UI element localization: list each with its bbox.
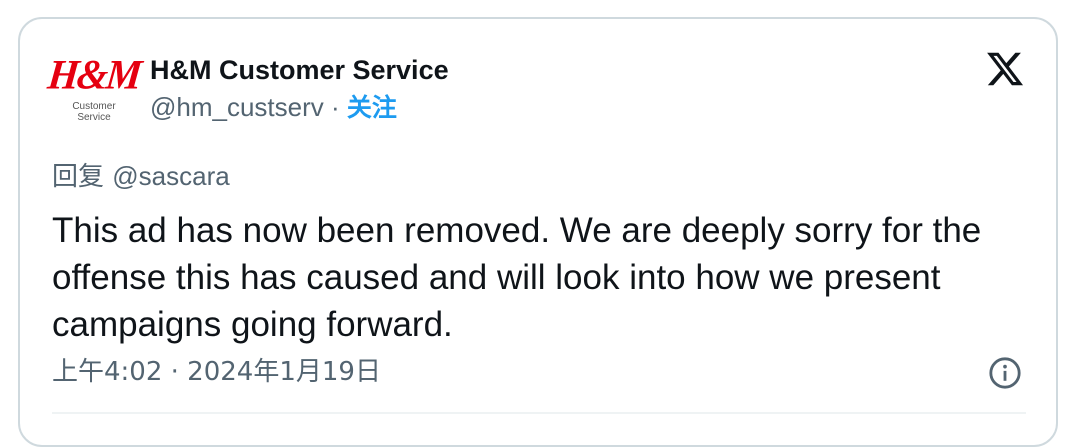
info-icon[interactable]: [988, 356, 1022, 390]
hm-logo-subtitle: Customer Service: [72, 101, 116, 123]
tweet-timestamp[interactable]: 上午4:02 · 2024年1月19日: [52, 355, 381, 389]
reply-prefix: 回复: [52, 162, 113, 192]
reply-context: 回复 @sascara: [52, 159, 230, 194]
author-avatar[interactable]: H&M Customer Service: [46, 45, 142, 133]
tweet-card[interactable]: H&M Customer Service H&M Customer Servic…: [18, 17, 1058, 447]
author-handle-row: @hm_custserv · 关注: [150, 89, 449, 126]
follow-button[interactable]: 关注: [347, 93, 397, 122]
handle-separator: ·: [323, 92, 347, 122]
author-handle[interactable]: @hm_custserv: [150, 92, 324, 122]
divider: [52, 412, 1026, 414]
tweet-text: This ad has now been removed. We are dee…: [52, 211, 982, 344]
x-logo-icon[interactable]: [984, 49, 1026, 89]
reply-mention-link[interactable]: @sascara: [112, 161, 229, 191]
author-info: H&M Customer Service @hm_custserv · 关注: [150, 53, 449, 126]
author-display-name[interactable]: H&M Customer Service: [150, 53, 449, 87]
hm-logo-mark: H&M: [45, 50, 143, 99]
